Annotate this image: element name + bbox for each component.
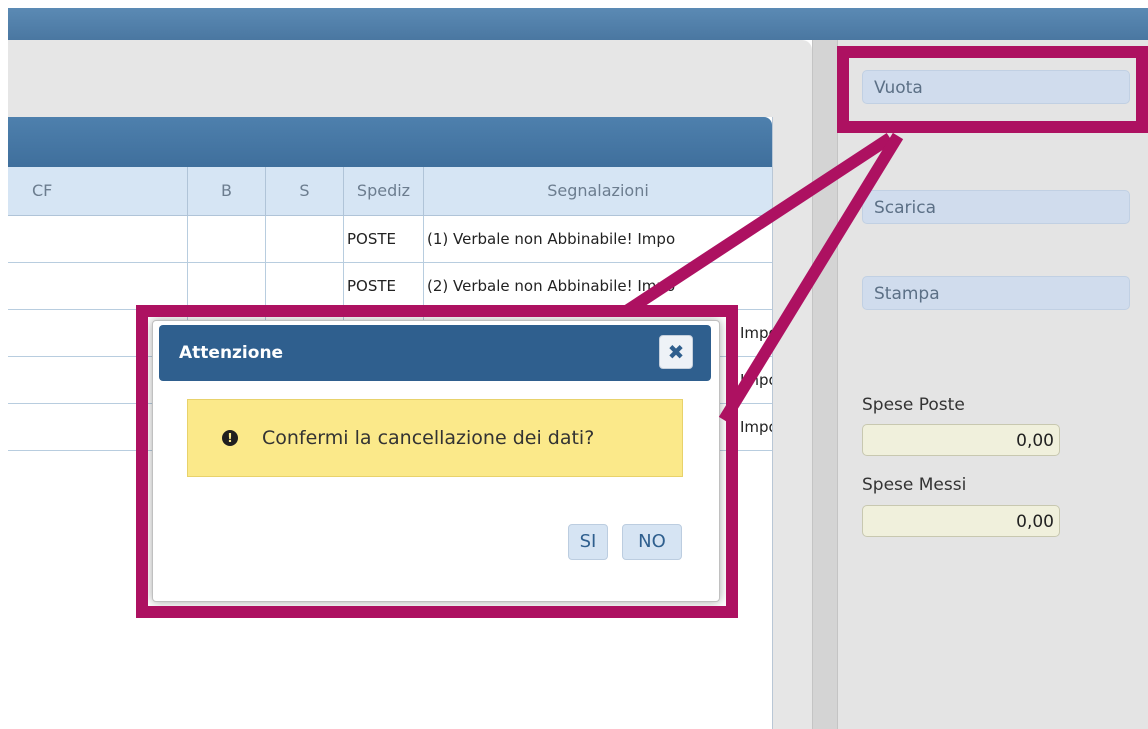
- annotation-box-vuota: [837, 46, 1148, 133]
- annotation-line: [718, 132, 904, 424]
- annotation-box-dialog: [136, 305, 738, 618]
